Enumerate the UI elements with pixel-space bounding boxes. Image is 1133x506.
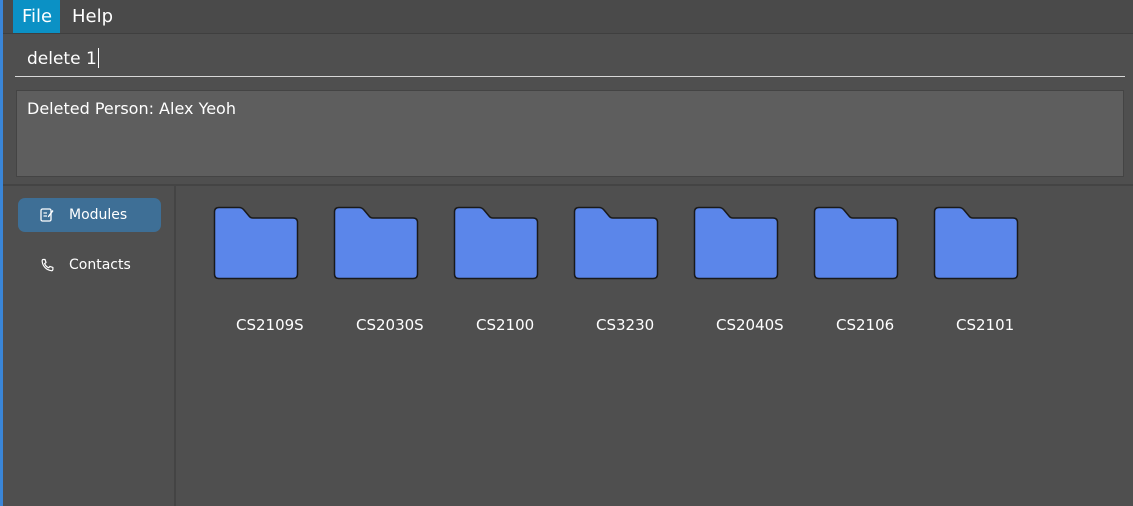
edit-note-icon: [40, 208, 54, 222]
module-folder[interactable]: CS2101: [906, 206, 1019, 334]
command-box[interactable]: delete 1: [15, 40, 1125, 77]
menu-help[interactable]: Help: [62, 0, 123, 33]
folder-icon: [693, 206, 779, 280]
folder-icon: [333, 206, 419, 280]
module-folder[interactable]: CS2106: [786, 206, 899, 334]
modules-grid: CS2109S CS2030S CS2100 CS3230 CS2040S CS…: [176, 186, 1133, 506]
sidebar-item-contacts[interactable]: Contacts: [18, 248, 161, 282]
menu-bar: File Help: [3, 0, 1133, 34]
module-folder[interactable]: CS3230: [546, 206, 659, 334]
module-folder[interactable]: CS2109S: [186, 206, 304, 334]
sidebar-item-label: Contacts: [69, 257, 131, 273]
phone-icon: [41, 258, 54, 272]
command-input-text: delete 1: [27, 49, 97, 69]
module-code: CS2109S: [236, 316, 304, 334]
sidebar-item-label: Modules: [69, 207, 128, 223]
sidebar-item-modules[interactable]: Modules: [18, 198, 161, 232]
result-display: Deleted Person: Alex Yeoh: [16, 90, 1124, 177]
module-folder[interactable]: CS2100: [426, 206, 539, 334]
result-message: Deleted Person: Alex Yeoh: [27, 99, 236, 118]
command-input[interactable]: delete 1: [27, 48, 99, 69]
module-code: CS2040S: [716, 316, 784, 334]
module-code: CS2100: [476, 316, 535, 334]
module-folder[interactable]: CS2040S: [666, 206, 784, 334]
module-code: CS2101: [956, 316, 1015, 334]
app-window: File Help delete 1 Deleted Person: Alex …: [0, 0, 1133, 506]
folder-icon: [813, 206, 899, 280]
menu-file[interactable]: File: [13, 0, 60, 33]
module-code: CS2106: [836, 316, 895, 334]
sidebar: Modules Contacts: [3, 186, 174, 506]
folder-icon: [573, 206, 659, 280]
module-folder[interactable]: CS2030S: [306, 206, 424, 334]
folder-icon: [933, 206, 1019, 280]
text-caret: [97, 48, 99, 68]
module-code: CS3230: [596, 316, 655, 334]
module-code: CS2030S: [356, 316, 424, 334]
folder-icon: [213, 206, 299, 280]
folder-icon: [453, 206, 539, 280]
